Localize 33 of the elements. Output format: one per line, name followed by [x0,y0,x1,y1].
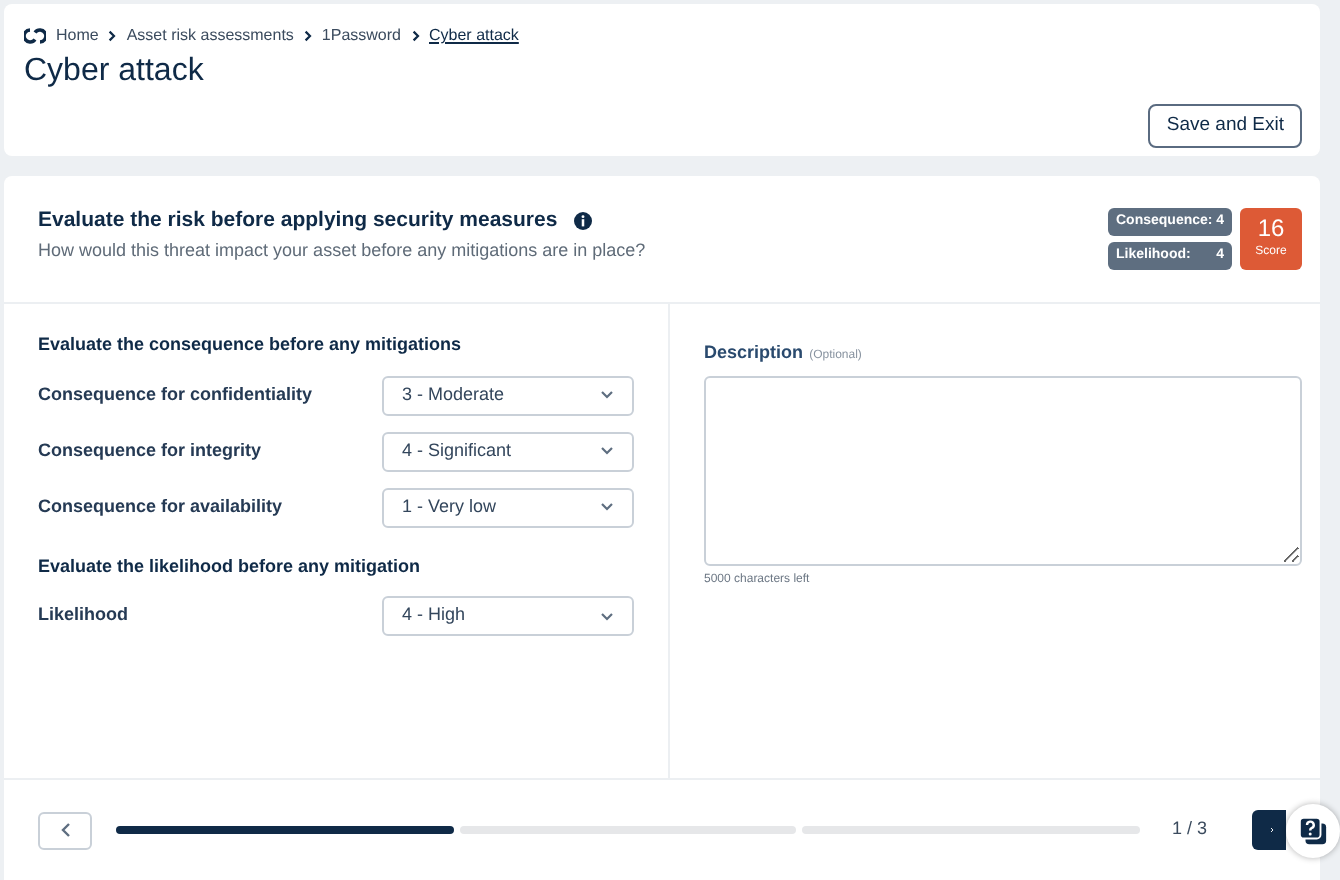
field-label: Consequence for confidentiality [38,381,313,408]
info-icon[interactable] [573,212,592,231]
question-mark-icon [1298,816,1328,846]
select-dropdown[interactable]: 4 - Significant [382,431,634,471]
breadcrumb-link[interactable]: Cyber attack [429,24,519,48]
field-label: Consequence for integrity [38,437,262,464]
chevron-icon [303,30,312,42]
select-dropdown[interactable]: 3 - Moderate [382,375,634,415]
group-heading: Evaluate the consequence before any mitigations [38,332,464,358]
chevron-left-icon [59,822,71,838]
select-dropdown[interactable]: 1 - Very low [382,487,634,527]
section-title: Evaluate the risk before applying security measures [38,206,558,236]
chevron-down-icon [600,502,614,512]
help-button[interactable] [1286,804,1340,858]
chevron-down-icon [600,446,614,456]
description-field[interactable] [704,375,1302,565]
group-heading: Evaluate the likelihood before any mitigation [38,553,423,580]
section-subtitle: How would this threat impact your asset before any mitigations are in place? [38,237,646,264]
chevron-icon [108,30,117,42]
chevron-icon [411,30,419,42]
chevron-down-icon [600,390,614,400]
field-label: Likelihood [38,602,128,629]
save-and-exit-button[interactable]: Save and Exit [1148,104,1302,149]
logo-icon[interactable] [24,28,46,44]
breadcrumb-link[interactable]: Asset risk assessments [126,24,294,48]
breadcrumb-link[interactable]: Home [56,24,99,48]
chevron-down-icon [600,611,614,621]
field-label: Consequence for availability [38,493,283,520]
breadcrumb-link[interactable]: 1Password [321,24,401,48]
select-dropdown[interactable]: 4 - High [382,596,634,636]
step-counter: 1 / 3 [1172,816,1210,843]
page-title: Cyber attack [24,52,206,91]
description-label: Description [704,342,804,362]
